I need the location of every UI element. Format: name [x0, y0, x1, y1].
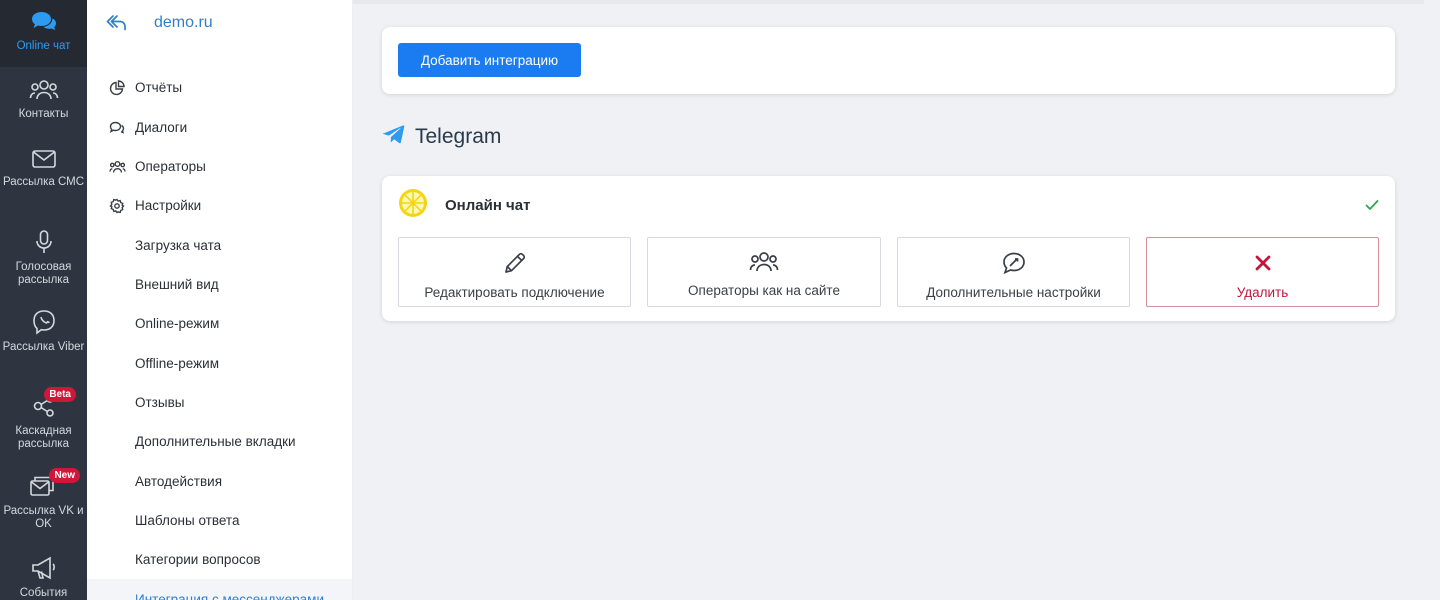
rail-item-label: Голосовая рассылка	[15, 261, 72, 286]
sidebar-item-label: Online-режим	[135, 316, 220, 331]
dialogs-icon	[87, 120, 135, 136]
sidebar-item-operators[interactable]: Операторы	[87, 147, 352, 186]
sidebar-subitem-online-mode[interactable]: Online-режим	[87, 304, 352, 343]
pie-chart-icon	[87, 79, 135, 96]
back-arrow-icon[interactable]	[105, 13, 127, 38]
top-scroll-bar	[353, 0, 1424, 4]
site-domain[interactable]: demo.ru	[154, 14, 213, 32]
rail-item-label: Рассылка Viber	[2, 341, 85, 353]
sidebar-item-settings[interactable]: Настройки	[87, 186, 352, 225]
edit-connection-button[interactable]: Редактировать подключение	[398, 237, 631, 307]
action-label: Операторы как на сайте	[688, 283, 840, 298]
sidebar-subitem-auto-actions[interactable]: Автодействия	[87, 462, 352, 501]
sidebar-subitem-offline-mode[interactable]: Offline-режим	[87, 344, 352, 383]
rail-item-voice[interactable]: Голосовая рассылка	[0, 229, 87, 287]
settings-sidebar: demo.ru Отчёты Диалоги Операторы Настрой…	[87, 0, 353, 600]
contacts-icon	[0, 78, 87, 102]
rail-item-viber[interactable]: Рассылка Viber	[0, 309, 87, 354]
sidebar-subitem-reviews[interactable]: Отзывы	[87, 383, 352, 422]
extra-settings-button[interactable]: Дополнительные настройки	[897, 237, 1130, 307]
operators-as-site-button[interactable]: Операторы как на сайте	[647, 237, 881, 307]
add-integration-card: Добавить интеграцию	[382, 27, 1395, 94]
operators-icon	[87, 160, 135, 174]
section-title-text: Telegram	[415, 125, 502, 148]
settings-chat-icon	[1001, 250, 1027, 279]
rail-item-label: Рассылка СМС	[2, 176, 85, 188]
sidebar-item-label: Внешний вид	[135, 277, 219, 292]
rail-item-label: Контакты	[18, 108, 69, 120]
rail-item-label: Рассылка VK и OK	[3, 505, 84, 530]
sidebar-item-dialogs[interactable]: Диалоги	[87, 108, 352, 147]
sidebar-item-label: Автодействия	[135, 474, 223, 489]
sidebar-item-label: Дополнительные вкладки	[135, 434, 296, 449]
sidebar-item-label: Загрузка чата	[135, 238, 222, 253]
sidebar-item-reports[interactable]: Отчёты	[87, 68, 352, 107]
sidebar-item-label: Отзывы	[135, 395, 185, 410]
rail-item-contacts[interactable]: Контакты	[0, 78, 87, 121]
sidebar-subitem-question-categories[interactable]: Категории вопросов	[87, 540, 352, 579]
sidebar-subitem-extra-tabs[interactable]: Дополнительные вкладки	[87, 422, 352, 461]
rail-item-cascade[interactable]: Beta Каскадная рассылка	[0, 387, 87, 451]
rail-item-label: Online чат	[16, 40, 71, 52]
operators-icon	[749, 250, 779, 277]
sidebar-header: demo.ru	[87, 0, 352, 46]
app-rail: Online чат Контакты Рассылка СМС Голосов…	[0, 0, 87, 600]
delete-button[interactable]: Удалить	[1146, 237, 1379, 307]
viber-icon	[0, 309, 87, 335]
rail-item-events[interactable]: События	[0, 555, 87, 600]
sidebar-item-label: Интеграция с мессенджерами	[135, 592, 324, 600]
gear-icon	[87, 198, 135, 214]
integration-header: Онлайн чат	[398, 188, 530, 223]
rail-item-sms[interactable]: Рассылка СМС	[0, 148, 87, 189]
sidebar-item-label: Offline-режим	[135, 356, 219, 371]
main-content: Добавить интеграцию Telegram Онлайн чат …	[353, 0, 1440, 600]
sidebar-subitem-appearance[interactable]: Внешний вид	[87, 265, 352, 304]
integration-name: Онлайн чат	[445, 197, 531, 214]
action-label: Редактировать подключение	[424, 285, 605, 300]
new-badge: New	[49, 468, 80, 483]
telegram-icon	[383, 124, 415, 150]
megaphone-icon	[0, 555, 87, 581]
section-title: Telegram	[383, 124, 501, 150]
sidebar-subitem-messenger-integration[interactable]: Интеграция с мессенджерами	[87, 579, 352, 600]
rail-item-online-chat[interactable]: Online чат	[0, 0, 87, 67]
rail-item-label: События	[19, 587, 68, 599]
envelope-icon	[0, 148, 87, 170]
microphone-icon	[0, 229, 87, 255]
sidebar-item-label: Диалоги	[135, 120, 188, 135]
delete-x-icon	[1250, 250, 1276, 279]
action-label: Удалить	[1236, 285, 1289, 300]
action-label: Дополнительные настройки	[926, 285, 1101, 300]
chat-bubbles-icon	[0, 10, 87, 34]
active-check-icon	[1365, 198, 1379, 216]
sidebar-item-label: Отчёты	[135, 80, 183, 95]
sidebar-subitem-reply-templates[interactable]: Шаблоны ответа	[87, 501, 352, 540]
add-integration-button[interactable]: Добавить интеграцию	[398, 43, 581, 77]
beta-badge: Beta	[44, 387, 76, 402]
rail-item-label: Каскадная рассылка	[15, 425, 72, 450]
lemon-logo-icon	[398, 188, 428, 223]
sidebar-item-label: Категории вопросов	[135, 552, 261, 567]
sidebar-item-label: Операторы	[135, 159, 206, 174]
sidebar-item-label: Шаблоны ответа	[135, 513, 240, 528]
sidebar-item-label: Настройки	[135, 198, 202, 213]
sidebar-subitem-chat-loading[interactable]: Загрузка чата	[87, 226, 352, 265]
integration-card: Онлайн чат Редактировать подключение Опе…	[382, 176, 1395, 321]
rail-item-vk-ok[interactable]: New Рассылка VK и OK	[0, 468, 87, 531]
pencil-icon	[502, 250, 528, 279]
